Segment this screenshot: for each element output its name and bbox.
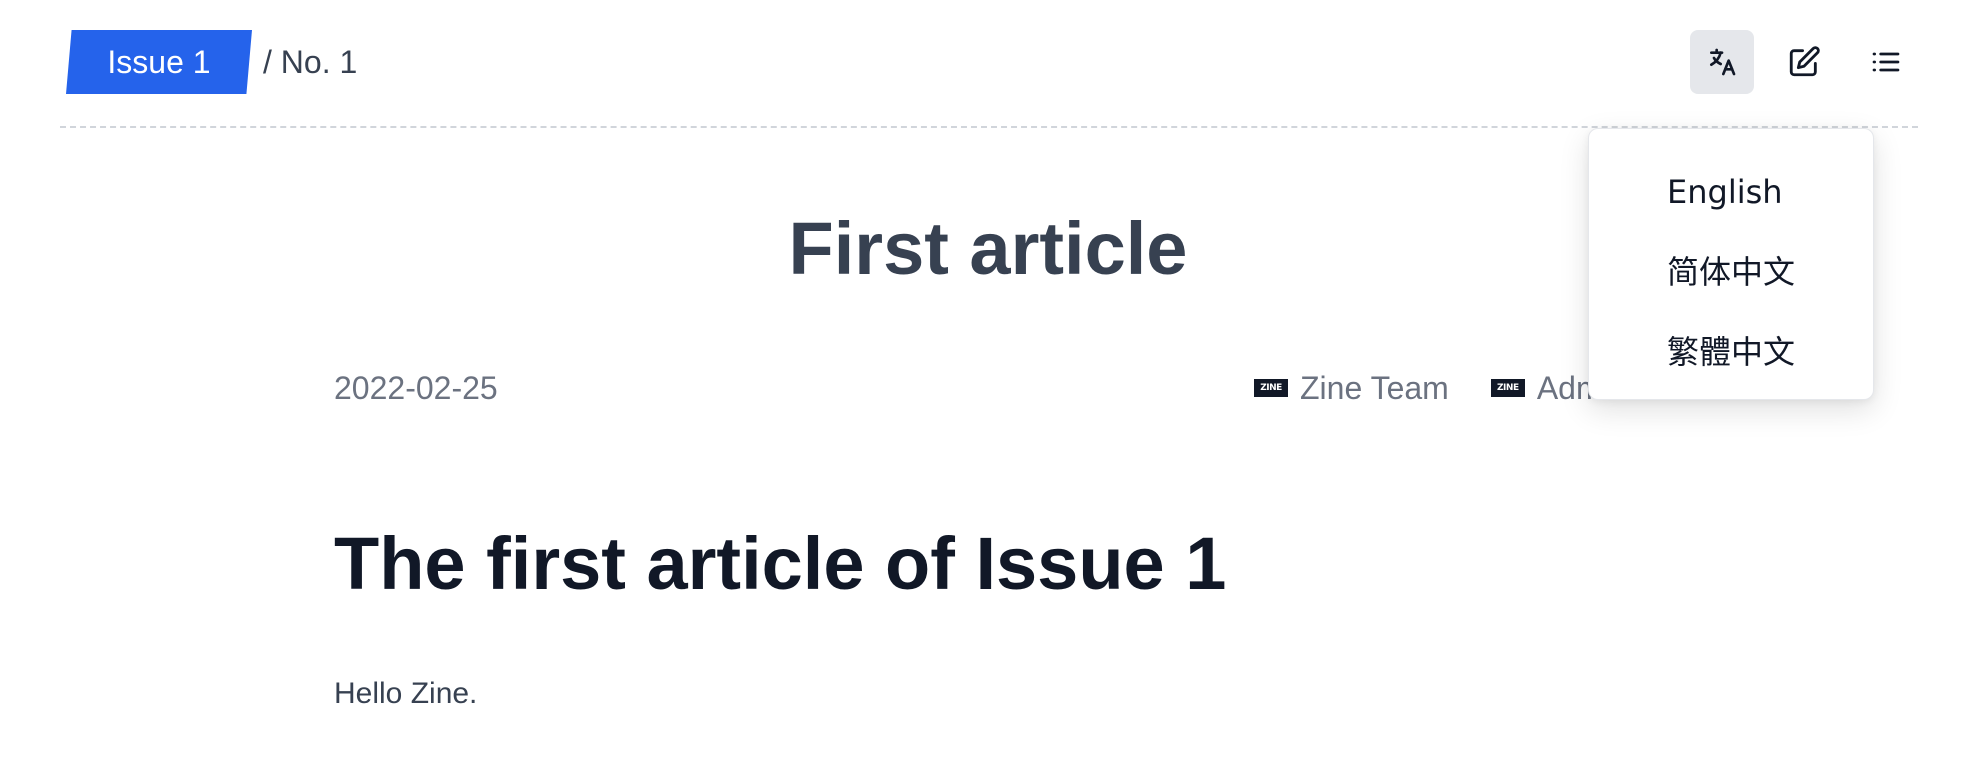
edit-icon [1787, 45, 1821, 79]
list-icon [1870, 46, 1902, 78]
header: Issue 1 / No. 1 [60, 0, 1918, 128]
language-option-english[interactable]: English [1589, 159, 1873, 239]
language-option-traditional-chinese[interactable]: 繁體中文 [1589, 319, 1873, 399]
article-date: 2022-02-25 [334, 370, 498, 406]
language-option-simplified-chinese[interactable]: 简体中文 [1589, 239, 1873, 319]
page: Issue 1 / No. 1 First article 2022-02-25… [0, 0, 1976, 766]
issue-label: Issue 1 [107, 43, 211, 80]
author-item[interactable]: ZINE Zine Team [1254, 370, 1449, 407]
toc-button[interactable] [1854, 30, 1918, 94]
language-button[interactable] [1690, 30, 1754, 94]
zine-logo-icon: ZINE [1490, 379, 1525, 397]
edit-button[interactable] [1772, 30, 1836, 94]
article-body: Hello Zine. [334, 677, 478, 710]
translate-icon [1706, 46, 1738, 78]
author-name: Zine Team [1300, 369, 1449, 406]
article-heading: The first article of Issue 1 [334, 522, 1227, 605]
toolbar [1672, 30, 1918, 94]
zine-logo-icon: ZINE [1254, 379, 1288, 397]
language-menu: English 简体中文 繁體中文 [1588, 128, 1874, 400]
issue-link[interactable]: Issue 1 [66, 30, 252, 94]
breadcrumb-article-number[interactable]: / No. 1 [263, 30, 357, 94]
